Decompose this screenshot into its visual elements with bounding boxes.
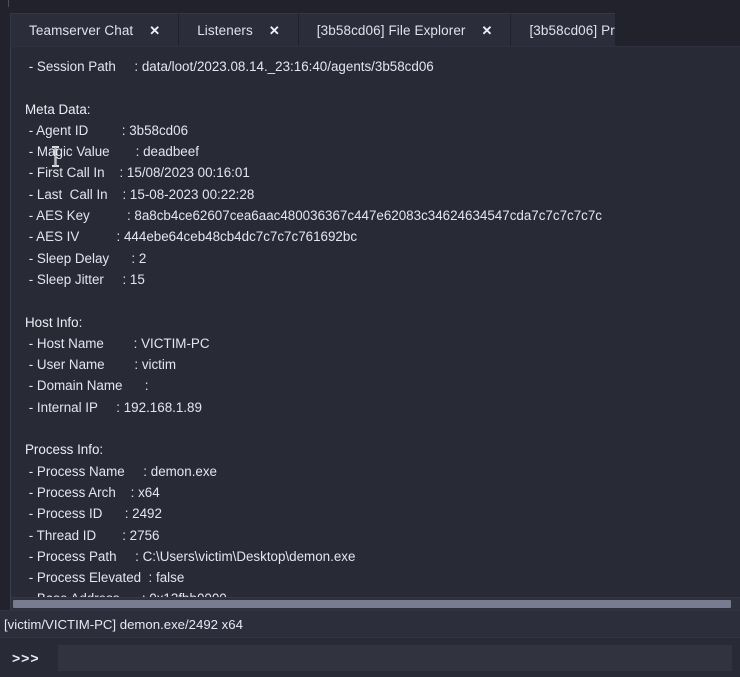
status-bar: [victim/VICTIM-PC] demon.exe/2492 x64 [0,610,740,637]
console-line: - Sleep Jitter : 15 [25,271,145,287]
console-line: - AES Key : 8a8cb4ce62607cea6aac48003636… [25,208,602,224]
console-line: - Thread ID : 2756 [25,527,160,543]
command-input[interactable] [58,644,732,671]
console-output-text[interactable]: - Session Path : data/loot/2023.08.14._2… [11,47,740,598]
console-line: - Host Name : VICTIM-PC [25,335,210,351]
console-line: - Domain Name : [25,378,149,394]
command-prompt-bar: >>> [0,637,740,677]
console-output-panel: - Session Path : data/loot/2023.08.14._2… [10,47,740,610]
window-edge-marker [8,0,9,7]
close-icon[interactable]: ✕ [482,24,493,37]
tab-bar: Teamserver Chat ✕ Listeners ✕ [3b58cd06]… [0,13,740,47]
tab-label: [3b58cd06] Pr [529,23,615,38]
console-line: - Agent ID : 3b58cd06 [25,122,189,138]
window-top-strip [0,0,740,13]
tab-teamserver-chat[interactable]: Teamserver Chat ✕ [10,13,180,47]
console-line: - Internal IP : 192.168.1.89 [25,399,202,415]
console-line: - User Name : victim [25,357,177,373]
tab-process-list[interactable]: [3b58cd06] Pr [511,13,615,47]
console-section-heading: Host Info: [25,314,83,330]
prompt-chevron: >>> [12,649,40,666]
status-bar-text: [victim/VICTIM-PC] demon.exe/2492 x64 [4,616,243,632]
console-line: - Process Elevated : false [25,570,185,586]
console-line: - First Call In : 15/08/2023 00:16:01 [25,165,250,181]
tab-label: Teamserver Chat [29,23,134,38]
console-line: - Process Path : C:\Users\victim\Desktop… [25,548,356,564]
console-line: - Process ID : 2492 [25,506,162,522]
console-line: - AES IV : 444ebe64ceb48cb4dc7c7c7c76169… [25,229,358,245]
agent-console-window: Teamserver Chat ✕ Listeners ✕ [3b58cd06]… [0,0,740,677]
console-line: - Magic Value : deadbeef [25,144,199,160]
console-line: - Sleep Delay : 2 [25,250,147,266]
console-line: - Session Path : data/loot/2023.08.14._2… [25,59,434,74]
close-icon[interactable]: ✕ [149,24,160,37]
close-icon[interactable]: ✕ [269,24,280,37]
tab-label: Listeners [197,23,253,38]
tab-label: [3b58cd06] File Explorer [316,23,466,38]
console-line: - Process Arch : x64 [25,484,160,500]
tab-listeners[interactable]: Listeners ✕ [179,13,299,47]
console-horizontal-scrollbar[interactable] [11,597,740,610]
scrollbar-thumb[interactable] [13,600,731,608]
console-line: - Last Call In : 15-08-2023 00:22:28 [25,186,255,202]
console-section-heading: Meta Data: [25,101,91,117]
console-section-heading: Process Info: [25,442,104,458]
tab-file-explorer[interactable]: [3b58cd06] File Explorer ✕ [298,13,512,47]
console-line: - Process Name : demon.exe [25,463,218,479]
